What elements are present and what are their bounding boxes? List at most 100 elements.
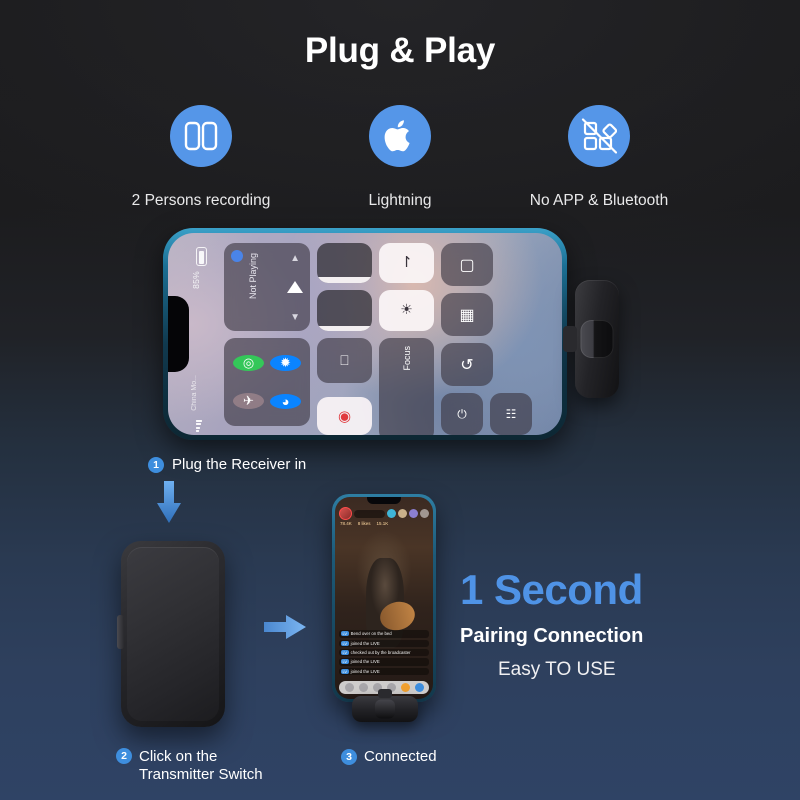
arrow-right-icon — [264, 615, 306, 639]
chat-message: LV checked out by the broadcaster — [339, 648, 429, 657]
feature-two-persons: 2 Persons recording — [108, 105, 294, 210]
viewer-avatar — [409, 509, 418, 518]
page-title: Plug & Play — [304, 31, 496, 70]
send-icon[interactable] — [414, 683, 424, 692]
step-badge: 2 — [116, 748, 132, 764]
flashlight-tile[interactable]: ⏻ — [441, 393, 483, 435]
stat-likes: 8 likes — [357, 521, 371, 526]
volume-slider[interactable] — [317, 243, 372, 283]
receiver-dongle-bottom — [352, 689, 418, 722]
no-app-icon — [581, 118, 617, 154]
cc-column-a: Not Playing ▲ ▼ ◎ ✹ ✈ ◕ — [224, 243, 310, 435]
chat-message: LV joined the LIVE — [339, 658, 429, 666]
qr-scanner-tile[interactable]: ☷ — [490, 393, 532, 435]
livestream-screen: 78.4K 8 likes 15.1K LV Bend over on the b… — [335, 497, 433, 699]
flashlight-icon: ⏻ — [457, 406, 467, 421]
host-name-pill — [354, 509, 385, 518]
feature-row: 2 Persons recording Lightning No APP & B… — [108, 105, 692, 210]
rotation-lock-tile[interactable]: ↾ — [379, 243, 434, 283]
step-badge: 3 — [341, 749, 357, 766]
airplay-badge-icon — [231, 250, 243, 262]
cc-connectivity-tile[interactable]: ◎ ✹ ✈ ◕ — [224, 338, 310, 426]
feature-label: Lightning — [368, 192, 432, 209]
timer-icon: ↺ — [460, 356, 474, 374]
step-label: Plug the Receiver in — [172, 456, 307, 473]
viewer-avatar — [387, 509, 396, 518]
battery-icon — [196, 247, 207, 266]
camera-tile[interactable]: ▢ — [441, 243, 493, 286]
gift-icon[interactable] — [400, 683, 410, 692]
screen-mirroring-tile[interactable]: ⎕ — [317, 338, 372, 383]
brightness-slider[interactable] — [317, 290, 372, 331]
calculator-icon: ▦ — [459, 306, 475, 324]
chat-tag: LV — [341, 668, 349, 674]
chat-tag: LV — [341, 640, 349, 646]
step-badge: 1 — [148, 457, 164, 474]
chat-message: LV joined the LIVE — [339, 667, 429, 675]
receiver-mic-panel — [580, 320, 614, 358]
phone-landscape-control-center: 85% China Mo... Not Playing ▲ ▼ ◎ ✹ ✈ ◕ … — [163, 228, 567, 440]
brightness-icon: ☀ — [400, 301, 413, 317]
battery-percent: 85% — [191, 271, 201, 289]
control-center-grid: Not Playing ▲ ▼ ◎ ✹ ✈ ◕ ↾ ☀ ⎕ Focus ◉ ▢ … — [224, 243, 554, 435]
avatar[interactable] — [339, 507, 352, 520]
cc-column-c: ▢ ▦ ↺ ⏻ ☷ — [441, 243, 532, 435]
step-2: 2 Click on the Transmitter Switch — [116, 748, 263, 785]
screen-record-tile[interactable]: ◉ — [317, 397, 372, 435]
focus-tile[interactable]: Focus — [379, 338, 434, 435]
step-label-line1: Click on the — [139, 748, 218, 765]
arrow-down-icon — [157, 481, 181, 523]
step-1: 1 Plug the Receiver in — [148, 456, 306, 474]
viewer-avatars — [387, 509, 429, 518]
brightness-tile[interactable]: ☀ — [379, 290, 434, 331]
transmitter-face — [127, 547, 219, 721]
notch-icon — [367, 497, 401, 504]
feature-label: 2 Persons recording — [131, 192, 271, 209]
feature-icon-circle — [369, 105, 431, 167]
qr-scanner-icon: ☷ — [505, 407, 517, 421]
comment-icon[interactable] — [344, 683, 354, 692]
cc-media-tile[interactable]: Not Playing ▲ ▼ — [224, 243, 310, 331]
close-icon[interactable] — [420, 509, 429, 518]
rotation-lock-icon: ↾ — [400, 254, 413, 271]
airplane-toggle[interactable]: ✈ — [233, 393, 264, 409]
step-3: 3 Connected — [341, 748, 437, 766]
play-icon[interactable] — [287, 281, 303, 293]
headline-primary: 1 Second — [460, 566, 643, 613]
wifi-toggle[interactable]: ◕ — [270, 393, 301, 409]
chat-tag: LV — [341, 631, 349, 637]
step-label: Connected — [364, 748, 437, 765]
step-label-line2: Transmitter Switch — [139, 766, 263, 784]
cc-column-b: ↾ ☀ ⎕ Focus ◉ — [317, 243, 434, 435]
poster-canvas: Plug & Play 2 Persons recording Lightnin… — [0, 0, 800, 800]
receiver-mic-panel — [375, 699, 395, 719]
transmitter-box — [117, 541, 225, 727]
camera-icon: ▢ — [459, 256, 475, 274]
transmitter-switch[interactable] — [117, 615, 124, 649]
chat-tag: LV — [341, 659, 349, 665]
chevron-down-icon: ▼ — [290, 312, 300, 323]
chat-tag: LV — [341, 649, 349, 655]
viewer-avatar — [398, 509, 407, 518]
chat-message: LV Bend over on the bed — [339, 630, 429, 638]
chat-message: LV joined the LIVE — [339, 639, 429, 647]
step-label: Click on the Transmitter Switch — [139, 748, 263, 785]
screen-mirroring-icon: ⎕ — [340, 352, 349, 368]
timer-tile[interactable]: ↺ — [441, 343, 493, 386]
feature-icon-circle — [170, 105, 232, 167]
screen-record-icon: ◉ — [337, 408, 352, 425]
feature-lightning: Lightning — [307, 105, 493, 210]
feature-icon-circle — [568, 105, 630, 167]
livestream-stats: 78.4K 8 likes 15.1K — [340, 521, 428, 526]
calculator-tile[interactable]: ▦ — [441, 293, 493, 336]
signal-bars-icon — [196, 419, 202, 432]
cellular-toggle[interactable]: ◎ — [233, 355, 264, 371]
bluetooth-toggle[interactable]: ✹ — [270, 355, 301, 371]
share-icon[interactable] — [358, 683, 368, 692]
stat-gifts: 15.1K — [376, 521, 389, 526]
lightning-plug-icon — [378, 689, 392, 698]
phone-portrait-livestream: 78.4K 8 likes 15.1K LV Bend over on the b… — [332, 494, 436, 702]
notch-icon — [168, 296, 189, 372]
feature-no-app: No APP & Bluetooth — [506, 105, 692, 210]
headline-secondary: Pairing Connection — [460, 625, 644, 647]
